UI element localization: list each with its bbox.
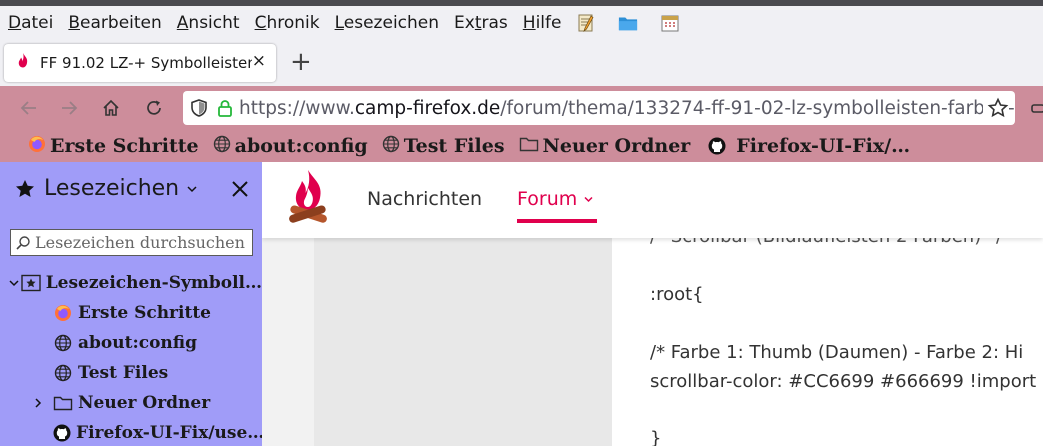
bookmark-firefox-ui-fix[interactable]: Firefox-UI-Fix/…: [708, 135, 910, 157]
tree-row-test-files[interactable]: Test Files: [0, 358, 262, 388]
nav-forum-underline: [517, 219, 597, 223]
reload-button[interactable]: [142, 96, 166, 120]
menu-lesezeichen[interactable]: Lesezeichen: [335, 13, 439, 33]
menu-ansicht[interactable]: Ansicht: [177, 13, 240, 33]
menu-hilfe[interactable]: Hilfe: [523, 13, 562, 33]
tree-label: about:config: [78, 333, 198, 353]
search-placeholder: Lesezeichen durchsuchen: [35, 233, 245, 252]
bookmark-neuer-ordner[interactable]: Neuer Ordner: [519, 135, 690, 158]
calendar-icon[interactable]: [660, 13, 680, 33]
post-author-column: [314, 238, 612, 446]
menu-extras[interactable]: Extras: [454, 13, 508, 33]
nav-nachrichten[interactable]: Nachrichten: [367, 188, 482, 210]
menu-bar: Datei Bearbeiten Ansicht Chronik Lesezeichen…: [0, 6, 1043, 40]
tab-strip: FF 91.02 LZ-+ Symbolleisten × +: [0, 40, 1043, 86]
tree-row-toolbar-folder[interactable]: Lesezeichen-Symboll…: [0, 268, 262, 298]
bookmarks-toolbar: Erste Schritte about:config Test Files N…: [0, 130, 1043, 162]
url-bar[interactable]: https://www. camp-firefox.de/forum/thema/…: [183, 91, 1015, 125]
firefox-icon: [53, 303, 73, 323]
back-button[interactable]: [17, 96, 41, 120]
web-content: Nachrichten Forum /* Scrollbar (Bildlauf…: [262, 162, 1043, 446]
bookmark-tree: Lesezeichen-Symboll… Erste Schritte abou…: [0, 268, 262, 446]
tree-label: Neuer Ordner: [78, 393, 211, 413]
home-button[interactable]: [99, 96, 123, 120]
search-icon: [15, 235, 35, 251]
folder-icon: [519, 135, 543, 158]
bookmark-star-icon[interactable]: [983, 97, 1009, 119]
globe-icon: [382, 135, 404, 158]
lock-icon[interactable]: [215, 98, 235, 118]
tree-label: Lesezeichen-Symboll…: [45, 273, 262, 293]
campfire-logo-icon[interactable]: [286, 168, 330, 234]
post-content: /* Scrollbar (Bildlaufleisten 2 Farben) …: [612, 222, 1043, 446]
code-line: scrollbar-color: #CC6699 #666699 !import: [650, 371, 1037, 392]
tab-title: FF 91.02 LZ-+ Symbolleisten: [40, 54, 252, 72]
code-line: :root{: [650, 284, 704, 305]
campfire-favicon-icon: [14, 52, 32, 74]
url-prefix: https://www.: [239, 97, 355, 119]
firefox-icon: [28, 135, 50, 158]
navigation-toolbar: https://www. camp-firefox.de/forum/thema/…: [0, 86, 1043, 130]
star-icon: [14, 178, 36, 200]
github-icon: [708, 137, 730, 155]
menu-bearbeiten[interactable]: Bearbeiten: [68, 13, 161, 33]
menu-datei[interactable]: Datei: [8, 13, 53, 33]
forward-button[interactable]: [57, 96, 81, 120]
tree-row-neuer-ordner[interactable]: Neuer Ordner: [0, 388, 262, 418]
tracking-shield-icon[interactable]: [189, 98, 209, 118]
bookmark-test-files[interactable]: Test Files: [382, 135, 505, 158]
folder-icon: [53, 393, 73, 413]
tab-active[interactable]: FF 91.02 LZ-+ Symbolleisten ×: [4, 44, 276, 82]
tree-row-about-config[interactable]: about:config: [0, 328, 262, 358]
new-tab-button[interactable]: +: [290, 49, 312, 75]
url-path: /forum/thema/133274-ff-91-02-lz-symbolle…: [500, 97, 1015, 119]
bookmarks-toolbar-icon: [20, 273, 41, 293]
sidebar-switcher[interactable]: Lesezeichen: [14, 176, 198, 201]
chevron-down-icon: [186, 183, 198, 195]
nav-forum[interactable]: Forum: [517, 188, 594, 210]
expanded-twisty-icon[interactable]: [8, 277, 21, 289]
code-line: /* Farbe 1: Thumb (Daumen) - Farbe 2: Hi: [650, 342, 1024, 363]
site-header: Nachrichten Forum: [262, 162, 1043, 238]
bookmark-about-config[interactable]: about:config: [213, 135, 368, 158]
bookmark-erste-schritte[interactable]: Erste Schritte: [28, 135, 199, 158]
bookmarks-sidebar: Lesezeichen Lesezeichen durchsuchen Lese…: [0, 162, 262, 446]
chevron-down-icon: [583, 194, 594, 205]
tree-row-firefox-ui-fix[interactable]: Firefox-UI-Fix/use…: [0, 418, 262, 446]
bookmark-search-input[interactable]: Lesezeichen durchsuchen: [10, 229, 253, 256]
tree-row-erste-schritte[interactable]: Erste Schritte: [0, 298, 262, 328]
sidebar-title: Lesezeichen: [44, 176, 180, 201]
collapsed-twisty-icon[interactable]: [28, 397, 48, 409]
code-line: }: [650, 428, 662, 446]
tree-label: Test Files: [78, 363, 169, 383]
url-domain: camp-firefox.de: [354, 97, 501, 119]
folder-icon[interactable]: [618, 13, 638, 33]
menu-chronik[interactable]: Chronik: [255, 13, 320, 33]
globe-icon: [53, 363, 73, 383]
notepad-icon[interactable]: [576, 13, 596, 33]
tab-close-button[interactable]: ×: [252, 51, 266, 71]
sidebar-close-button[interactable]: [229, 178, 251, 200]
globe-icon: [213, 135, 235, 158]
extension-icon[interactable]: [1027, 96, 1043, 120]
tree-label: Firefox-UI-Fix/use…: [76, 423, 262, 443]
github-icon: [53, 423, 71, 443]
tree-label: Erste Schritte: [78, 303, 211, 323]
globe-icon: [53, 333, 73, 353]
